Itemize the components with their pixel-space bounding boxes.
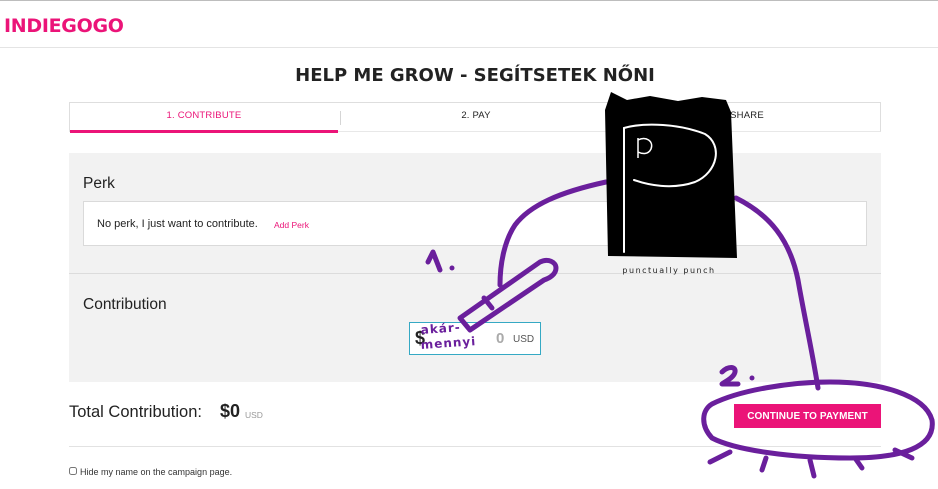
amount-currency: USD bbox=[513, 334, 535, 345]
total-contribution-amount: $0 bbox=[220, 401, 241, 421]
tentacle-1 bbox=[707, 449, 733, 465]
tentacle-4 bbox=[852, 455, 865, 471]
checkout-steps: 1. CONTRIBUTE 2. PAY SHARE bbox=[69, 102, 882, 133]
panel-divider bbox=[69, 273, 881, 274]
dollar-sign: $ bbox=[415, 328, 426, 348]
add-perk-link[interactable]: Add Perk bbox=[274, 220, 309, 230]
continue-to-payment-button[interactable]: CONTINUE TO PAYMENT bbox=[734, 404, 881, 428]
amount-input[interactable] bbox=[496, 330, 510, 347]
step-contribute[interactable]: 1. CONTRIBUTE bbox=[70, 103, 338, 133]
step-share[interactable]: SHARE bbox=[612, 103, 882, 131]
tentacle-5 bbox=[892, 447, 915, 461]
tentacle-3 bbox=[807, 457, 817, 479]
indiegogo-logo[interactable]: INDIEGOGO bbox=[4, 15, 124, 37]
perk-heading: Perk bbox=[83, 175, 115, 192]
contribution-heading: Contribution bbox=[83, 296, 167, 313]
hide-name-label: Hide my name on the campaign page. bbox=[80, 467, 233, 477]
step-pay[interactable]: 2. PAY bbox=[341, 103, 611, 131]
total-contribution-currency: USD bbox=[245, 410, 263, 420]
total-contribution-label: Total Contribution: bbox=[69, 403, 202, 421]
tentacle-2 bbox=[759, 455, 769, 473]
footer-divider bbox=[69, 446, 881, 447]
perk-selected-text: No perk, I just want to contribute. bbox=[97, 218, 258, 230]
amount-field[interactable]: $ USD bbox=[409, 322, 541, 355]
campaign-title: HELP ME GROW - SEGÍTSETEK NŐNI bbox=[295, 65, 655, 86]
hide-name-checkbox[interactable] bbox=[69, 467, 77, 475]
header-divider bbox=[0, 47, 938, 48]
contribution-panel: Perk No perk, I just want to contribute.… bbox=[69, 153, 881, 382]
top-border bbox=[0, 0, 938, 1]
perk-selection[interactable]: No perk, I just want to contribute. Add … bbox=[83, 201, 867, 246]
